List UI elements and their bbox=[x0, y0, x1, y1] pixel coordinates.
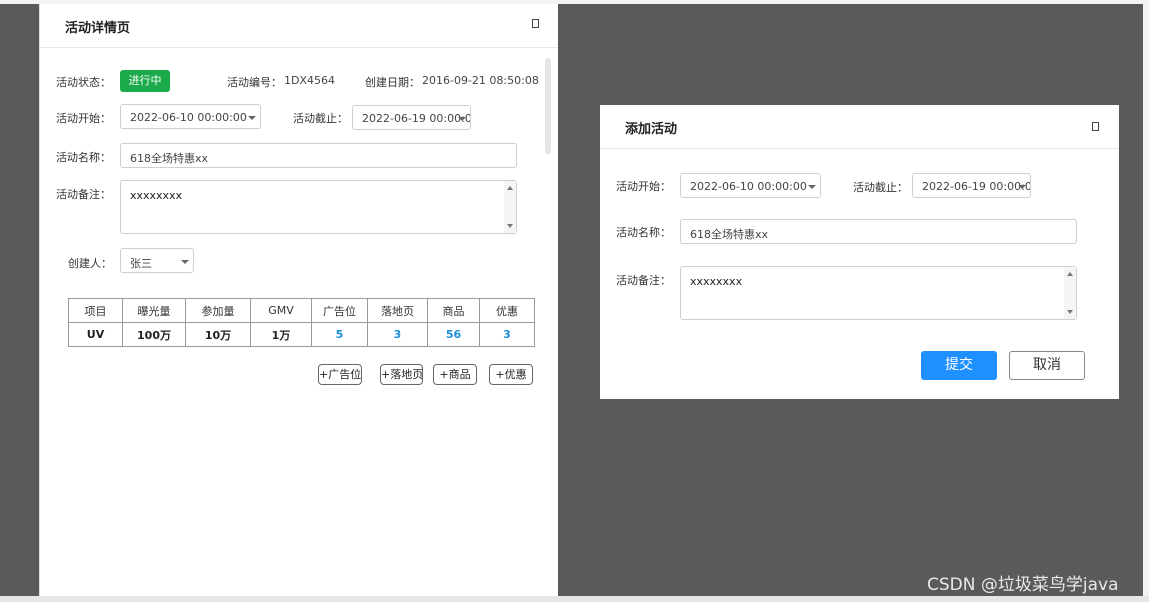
stats-table: 项目 曝光量 参加量 GMV 广告位 落地页 商品 优惠 UV 100万 10万… bbox=[68, 298, 535, 347]
dialog-title: 添加活动 bbox=[625, 122, 678, 137]
code-value: 1DX4564 bbox=[284, 74, 335, 87]
activity-name-input[interactable]: 618全场特惠xx bbox=[680, 219, 1077, 244]
remark-textarea[interactable]: xxxxxxxx bbox=[680, 266, 1077, 320]
textarea-scrollbar[interactable] bbox=[1064, 267, 1076, 319]
activity-detail-panel: 活动详情页 活动状态： 进行中 活动编号： 1DX4564 创建日期： 2016… bbox=[39, 4, 558, 596]
submit-button[interactable]: 提交 bbox=[921, 351, 997, 380]
chevron-down-icon bbox=[181, 260, 189, 264]
end-label: 活动截止： bbox=[293, 112, 348, 125]
activity-name-value: 618全场特惠xx bbox=[690, 228, 769, 241]
name-label: 活动名称： bbox=[56, 151, 111, 164]
table-header-cell: 优惠 bbox=[479, 298, 535, 323]
start-label: 活动开始： bbox=[56, 112, 111, 125]
end-date-value: 2022-06-19 00:00:00 bbox=[922, 180, 1031, 193]
add-activity-dialog: 添加活动 活动开始： 2022-06-10 00:00:00 活动截止： 202… bbox=[600, 105, 1119, 399]
chevron-down-icon bbox=[458, 117, 466, 121]
remark-label: 活动备注： bbox=[616, 274, 671, 287]
creator-label: 创建人： bbox=[68, 257, 112, 270]
remark-label: 活动备注： bbox=[56, 188, 111, 201]
remark-value: xxxxxxxx bbox=[690, 275, 743, 288]
end-date-select[interactable]: 2022-06-19 00:00:00 bbox=[352, 105, 471, 130]
remark-textarea[interactable]: xxxxxxxx bbox=[120, 180, 517, 234]
table-cell: UV bbox=[68, 322, 123, 347]
table-row: UV 100万 10万 1万 5 3 56 3 bbox=[68, 322, 535, 347]
status-badge: 进行中 bbox=[120, 70, 170, 92]
table-header-cell: 广告位 bbox=[311, 298, 368, 323]
code-label: 活动编号： bbox=[227, 76, 282, 89]
table-header-cell: 项目 bbox=[68, 298, 123, 323]
table-header-cell: 商品 bbox=[427, 298, 480, 323]
activity-name-input[interactable]: 618全场特惠xx bbox=[120, 143, 517, 168]
close-icon[interactable] bbox=[532, 19, 539, 28]
panel-scrollbar[interactable] bbox=[545, 58, 551, 154]
table-header-row: 项目 曝光量 参加量 GMV 广告位 落地页 商品 优惠 bbox=[68, 298, 535, 323]
textarea-scrollbar[interactable] bbox=[504, 181, 516, 233]
close-icon[interactable] bbox=[1092, 122, 1099, 131]
scroll-up-icon[interactable] bbox=[507, 186, 513, 190]
chevron-down-icon bbox=[1018, 185, 1026, 189]
dialog-header: 添加活动 bbox=[600, 105, 1119, 149]
start-date-value: 2022-06-10 00:00:00 bbox=[690, 180, 807, 193]
table-cell: 10万 bbox=[185, 322, 251, 347]
chevron-down-icon bbox=[808, 185, 816, 189]
creator-select[interactable]: 张三 bbox=[120, 248, 194, 273]
table-cell: 100万 bbox=[122, 322, 186, 347]
add-goods-button[interactable]: +商品 bbox=[433, 364, 477, 385]
bottom-strip bbox=[0, 596, 1149, 602]
table-header-cell: 落地页 bbox=[367, 298, 428, 323]
scroll-up-icon[interactable] bbox=[1067, 272, 1073, 276]
table-header-cell: GMV bbox=[250, 298, 312, 323]
creator-value: 张三 bbox=[130, 257, 152, 270]
start-date-select[interactable]: 2022-06-10 00:00:00 bbox=[680, 173, 821, 198]
detail-header: 活动详情页 bbox=[40, 4, 558, 48]
created-value: 2016-09-21 08:50:08 bbox=[422, 74, 539, 87]
remark-value: xxxxxxxx bbox=[130, 189, 183, 202]
end-label: 活动截止： bbox=[853, 181, 908, 194]
add-landing-button[interactable]: +落地页 bbox=[380, 364, 423, 385]
goods-count-link[interactable]: 56 bbox=[427, 322, 480, 347]
start-date-value: 2022-06-10 00:00:00 bbox=[130, 111, 247, 124]
ad-count-link[interactable]: 5 bbox=[311, 322, 368, 347]
table-header-cell: 曝光量 bbox=[122, 298, 186, 323]
scroll-down-icon[interactable] bbox=[1067, 310, 1073, 314]
name-label: 活动名称： bbox=[616, 226, 671, 239]
start-label: 活动开始： bbox=[616, 180, 671, 193]
table-header-cell: 参加量 bbox=[185, 298, 251, 323]
right-edge-strip bbox=[1143, 0, 1149, 602]
scroll-down-icon[interactable] bbox=[507, 224, 513, 228]
end-date-select[interactable]: 2022-06-19 00:00:00 bbox=[912, 173, 1031, 198]
watermark-text: CSDN @垃圾菜鸟学java bbox=[927, 575, 1119, 595]
discount-count-link[interactable]: 3 bbox=[479, 322, 535, 347]
landing-count-link[interactable]: 3 bbox=[367, 322, 428, 347]
add-ad-button[interactable]: +广告位 bbox=[318, 364, 362, 385]
end-date-value: 2022-06-19 00:00:00 bbox=[362, 112, 471, 125]
status-label: 活动状态： bbox=[56, 76, 111, 89]
chevron-down-icon bbox=[248, 116, 256, 120]
cancel-button[interactable]: 取消 bbox=[1009, 351, 1085, 380]
created-label: 创建日期： bbox=[365, 76, 420, 89]
activity-name-value: 618全场特惠xx bbox=[130, 152, 209, 165]
add-discount-button[interactable]: +优惠 bbox=[489, 364, 533, 385]
detail-title: 活动详情页 bbox=[65, 21, 131, 36]
table-cell: 1万 bbox=[250, 322, 312, 347]
start-date-select[interactable]: 2022-06-10 00:00:00 bbox=[120, 104, 261, 129]
